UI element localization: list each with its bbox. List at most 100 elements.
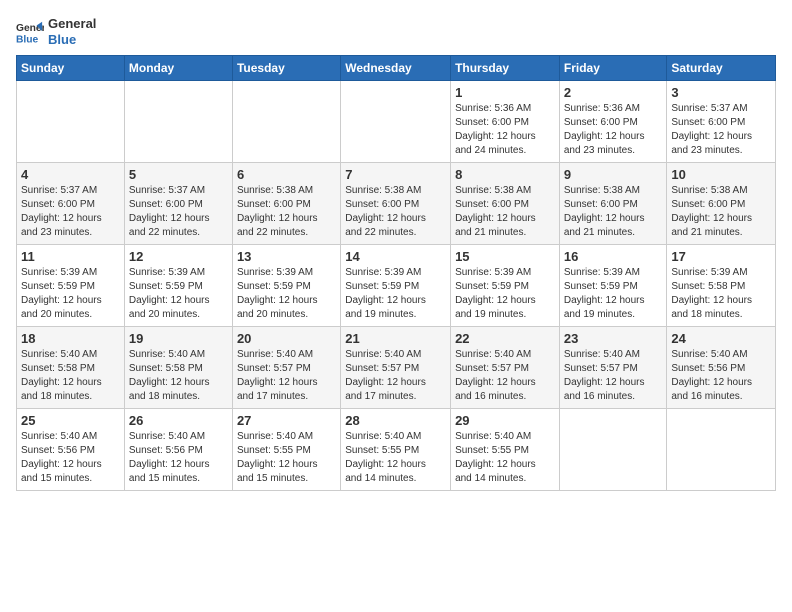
- day-info: Sunrise: 5:40 AM Sunset: 5:56 PM Dayligh…: [21, 430, 120, 486]
- day-info: Sunrise: 5:39 AM Sunset: 5:59 PM Dayligh…: [564, 266, 663, 322]
- calendar-cell: 6 Sunrise: 5:38 AM Sunset: 6:00 PM Daylig…: [232, 163, 340, 245]
- page-header: General Blue General Blue: [16, 16, 776, 47]
- day-info: Sunrise: 5:39 AM Sunset: 5:58 PM Dayligh…: [671, 266, 771, 322]
- day-number: 20: [237, 331, 336, 346]
- calendar-cell: 14 Sunrise: 5:39 AM Sunset: 5:59 PM Dayli…: [341, 245, 451, 327]
- calendar-table: SundayMondayTuesdayWednesdayThursdayFrid…: [16, 55, 776, 491]
- day-info: Sunrise: 5:37 AM Sunset: 6:00 PM Dayligh…: [671, 102, 771, 158]
- day-number: 19: [129, 331, 228, 346]
- day-info: Sunrise: 5:36 AM Sunset: 6:00 PM Dayligh…: [455, 102, 555, 158]
- day-info: Sunrise: 5:39 AM Sunset: 5:59 PM Dayligh…: [129, 266, 228, 322]
- day-number: 14: [345, 249, 446, 264]
- day-info: Sunrise: 5:39 AM Sunset: 5:59 PM Dayligh…: [21, 266, 120, 322]
- day-number: 4: [21, 167, 120, 182]
- day-number: 15: [455, 249, 555, 264]
- day-header-sunday: Sunday: [17, 56, 125, 81]
- calendar-cell: 11 Sunrise: 5:39 AM Sunset: 5:59 PM Dayli…: [17, 245, 125, 327]
- day-number: 25: [21, 413, 120, 428]
- calendar-cell: 26 Sunrise: 5:40 AM Sunset: 5:56 PM Dayli…: [124, 409, 232, 491]
- day-info: Sunrise: 5:38 AM Sunset: 6:00 PM Dayligh…: [345, 184, 446, 240]
- calendar-cell: 28 Sunrise: 5:40 AM Sunset: 5:55 PM Dayli…: [341, 409, 451, 491]
- calendar-cell: 24Sunrise: 5:40 AM Sunset: 5:56 PM Dayli…: [667, 327, 776, 409]
- day-info: Sunrise: 5:40 AM Sunset: 5:57 PM Dayligh…: [455, 348, 555, 404]
- svg-text:Blue: Blue: [16, 34, 39, 45]
- day-info: Sunrise: 5:40 AM Sunset: 5:57 PM Dayligh…: [237, 348, 336, 404]
- calendar-cell: 10 Sunrise: 5:38 AM Sunset: 6:00 PM Dayli…: [667, 163, 776, 245]
- calendar-cell: 2 Sunrise: 5:36 AM Sunset: 6:00 PM Daylig…: [559, 81, 667, 163]
- day-info: Sunrise: 5:37 AM Sunset: 6:00 PM Dayligh…: [21, 184, 120, 240]
- day-number: 12: [129, 249, 228, 264]
- day-number: 1: [455, 85, 555, 100]
- day-number: 23: [564, 331, 663, 346]
- day-info: Sunrise: 5:37 AM Sunset: 6:00 PM Dayligh…: [129, 184, 228, 240]
- calendar-cell: [17, 81, 125, 163]
- logo: General Blue General Blue: [16, 16, 96, 47]
- logo-icon: General Blue: [16, 18, 44, 46]
- day-info: Sunrise: 5:38 AM Sunset: 6:00 PM Dayligh…: [564, 184, 663, 240]
- calendar-cell: 4 Sunrise: 5:37 AM Sunset: 6:00 PM Daylig…: [17, 163, 125, 245]
- calendar-cell: [341, 81, 451, 163]
- day-number: 13: [237, 249, 336, 264]
- day-number: 29: [455, 413, 555, 428]
- logo-text-general: General: [48, 16, 96, 32]
- calendar-header-row: SundayMondayTuesdayWednesdayThursdayFrid…: [17, 56, 776, 81]
- calendar-cell: 5 Sunrise: 5:37 AM Sunset: 6:00 PM Daylig…: [124, 163, 232, 245]
- day-info: Sunrise: 5:40 AM Sunset: 5:58 PM Dayligh…: [21, 348, 120, 404]
- calendar-cell: 1 Sunrise: 5:36 AM Sunset: 6:00 PM Daylig…: [451, 81, 560, 163]
- day-info: Sunrise: 5:38 AM Sunset: 6:00 PM Dayligh…: [455, 184, 555, 240]
- calendar-cell: 27Sunrise: 5:40 AM Sunset: 5:55 PM Dayli…: [232, 409, 340, 491]
- calendar-cell: 21Sunrise: 5:40 AM Sunset: 5:57 PM Dayli…: [341, 327, 451, 409]
- calendar-cell: 9 Sunrise: 5:38 AM Sunset: 6:00 PM Daylig…: [559, 163, 667, 245]
- calendar-cell: [667, 409, 776, 491]
- day-number: 8: [455, 167, 555, 182]
- day-number: 3: [671, 85, 771, 100]
- day-number: 2: [564, 85, 663, 100]
- calendar-cell: [232, 81, 340, 163]
- calendar-cell: 8 Sunrise: 5:38 AM Sunset: 6:00 PM Daylig…: [451, 163, 560, 245]
- day-info: Sunrise: 5:39 AM Sunset: 5:59 PM Dayligh…: [345, 266, 446, 322]
- day-info: Sunrise: 5:40 AM Sunset: 5:55 PM Dayligh…: [345, 430, 446, 486]
- day-info: Sunrise: 5:36 AM Sunset: 6:00 PM Dayligh…: [564, 102, 663, 158]
- day-number: 17: [671, 249, 771, 264]
- calendar-cell: 20 Sunrise: 5:40 AM Sunset: 5:57 PM Dayli…: [232, 327, 340, 409]
- day-info: Sunrise: 5:39 AM Sunset: 5:59 PM Dayligh…: [237, 266, 336, 322]
- calendar-cell: 25 Sunrise: 5:40 AM Sunset: 5:56 PM Dayli…: [17, 409, 125, 491]
- day-header-friday: Friday: [559, 56, 667, 81]
- day-number: 24: [671, 331, 771, 346]
- calendar-week-4: 25 Sunrise: 5:40 AM Sunset: 5:56 PM Dayli…: [17, 409, 776, 491]
- day-number: 21: [345, 331, 446, 346]
- day-number: 9: [564, 167, 663, 182]
- day-info: Sunrise: 5:40 AM Sunset: 5:57 PM Dayligh…: [564, 348, 663, 404]
- calendar-cell: 18 Sunrise: 5:40 AM Sunset: 5:58 PM Dayli…: [17, 327, 125, 409]
- calendar-cell: 12 Sunrise: 5:39 AM Sunset: 5:59 PM Dayli…: [124, 245, 232, 327]
- day-info: Sunrise: 5:38 AM Sunset: 6:00 PM Dayligh…: [671, 184, 771, 240]
- calendar-cell: 22 Sunrise: 5:40 AM Sunset: 5:57 PM Dayli…: [451, 327, 560, 409]
- day-number: 18: [21, 331, 120, 346]
- calendar-cell: [559, 409, 667, 491]
- day-header-monday: Monday: [124, 56, 232, 81]
- day-number: 27: [237, 413, 336, 428]
- calendar-cell: 17 Sunrise: 5:39 AM Sunset: 5:58 PM Dayli…: [667, 245, 776, 327]
- day-info: Sunrise: 5:40 AM Sunset: 5:58 PM Dayligh…: [129, 348, 228, 404]
- day-number: 7: [345, 167, 446, 182]
- calendar-cell: 16 Sunrise: 5:39 AM Sunset: 5:59 PM Dayli…: [559, 245, 667, 327]
- day-number: 26: [129, 413, 228, 428]
- day-number: 10: [671, 167, 771, 182]
- day-info: Sunrise: 5:40 AM Sunset: 5:56 PM Dayligh…: [129, 430, 228, 486]
- day-header-thursday: Thursday: [451, 56, 560, 81]
- day-header-saturday: Saturday: [667, 56, 776, 81]
- day-number: 16: [564, 249, 663, 264]
- calendar-cell: 15 Sunrise: 5:39 AM Sunset: 5:59 PM Dayli…: [451, 245, 560, 327]
- calendar-cell: 3 Sunrise: 5:37 AM Sunset: 6:00 PM Daylig…: [667, 81, 776, 163]
- calendar-week-0: 1 Sunrise: 5:36 AM Sunset: 6:00 PM Daylig…: [17, 81, 776, 163]
- day-number: 22: [455, 331, 555, 346]
- day-number: 28: [345, 413, 446, 428]
- day-info: Sunrise: 5:39 AM Sunset: 5:59 PM Dayligh…: [455, 266, 555, 322]
- day-header-tuesday: Tuesday: [232, 56, 340, 81]
- day-number: 6: [237, 167, 336, 182]
- day-number: 5: [129, 167, 228, 182]
- day-info: Sunrise: 5:40 AM Sunset: 5:55 PM Dayligh…: [455, 430, 555, 486]
- logo-text-blue: Blue: [48, 32, 96, 48]
- day-info: Sunrise: 5:38 AM Sunset: 6:00 PM Dayligh…: [237, 184, 336, 240]
- day-number: 11: [21, 249, 120, 264]
